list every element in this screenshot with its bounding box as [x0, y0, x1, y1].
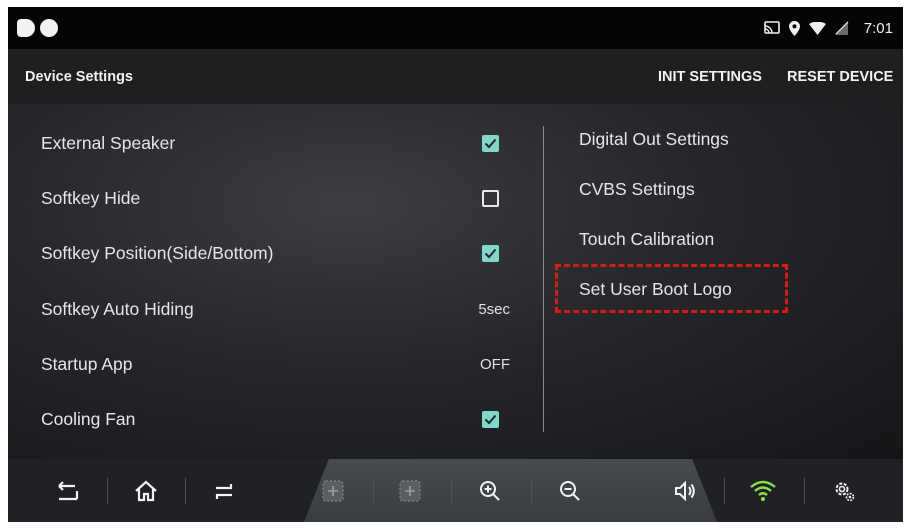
- settings-icon[interactable]: [828, 475, 860, 507]
- location-icon: [788, 20, 800, 36]
- setting-label: External Speaker: [41, 133, 176, 153]
- home-icon[interactable]: [130, 475, 162, 507]
- wifi-icon: [808, 21, 826, 35]
- setting-label: Cooling Fan: [41, 409, 136, 429]
- zoom-in-icon[interactable]: [474, 475, 506, 507]
- status-icons: 7:01: [763, 7, 893, 49]
- navigation-bar: [8, 459, 903, 522]
- set-user-boot-logo-item[interactable]: Set User Boot Logo: [579, 279, 732, 300]
- zoom-out-icon[interactable]: [554, 475, 586, 507]
- status-bar: 7:01: [8, 7, 903, 49]
- setting-row-softkey-hide[interactable]: Softkey Hide: [8, 179, 528, 219]
- setting-label: Startup App: [41, 354, 133, 374]
- setting-row-startup-app[interactable]: Startup App OFF: [8, 345, 528, 385]
- nav-separator: [804, 478, 805, 504]
- digital-out-settings-item[interactable]: Digital Out Settings: [579, 129, 729, 150]
- setting-value: OFF: [480, 356, 510, 373]
- setting-label: Softkey Position(Side/Bottom): [41, 243, 274, 263]
- touch-calibration-item[interactable]: Touch Calibration: [579, 229, 714, 250]
- nav-separator: [531, 478, 532, 504]
- column-divider: [543, 126, 544, 432]
- nav-separator: [107, 478, 108, 504]
- cast-icon: [763, 21, 780, 35]
- add-window-icon[interactable]: [317, 475, 349, 507]
- init-settings-button[interactable]: INIT SETTINGS: [658, 69, 762, 85]
- page-title: Device Settings: [25, 69, 133, 85]
- setting-row-softkey-position[interactable]: Softkey Position(Side/Bottom): [8, 234, 528, 274]
- battery-icon: [834, 21, 849, 35]
- nav-separator: [373, 478, 374, 504]
- softkey-hide-checkbox[interactable]: [482, 190, 499, 207]
- setting-label: Softkey Auto Hiding: [41, 299, 194, 319]
- setting-value: 5sec: [478, 301, 510, 318]
- nav-separator: [451, 478, 452, 504]
- cvbs-settings-item[interactable]: CVBS Settings: [579, 179, 695, 200]
- cooling-fan-checkbox[interactable]: [482, 411, 499, 428]
- setting-label: Softkey Hide: [41, 188, 141, 208]
- action-bar: Device Settings INIT SETTINGS RESET DEVI…: [8, 49, 903, 104]
- back-icon[interactable]: [52, 475, 84, 507]
- notification-icon: [40, 19, 58, 37]
- notification-icon: [17, 19, 35, 37]
- device-screen: 7:01 Device Settings INIT SETTINGS RESET…: [8, 7, 903, 522]
- reset-device-button[interactable]: RESET DEVICE: [787, 69, 893, 85]
- setting-row-cooling-fan[interactable]: Cooling Fan: [8, 400, 528, 440]
- volume-icon[interactable]: [669, 475, 701, 507]
- nav-separator: [724, 478, 725, 504]
- clock-time: 7:01: [863, 19, 893, 37]
- add-window-icon[interactable]: [394, 475, 426, 507]
- wifi-icon[interactable]: [747, 475, 779, 507]
- nav-center-panel: [304, 459, 717, 522]
- settings-content: External Speaker Softkey Hide Softkey Po…: [8, 104, 903, 459]
- setting-row-softkey-auto-hiding[interactable]: Softkey Auto Hiding 5sec: [8, 290, 528, 330]
- softkey-position-checkbox[interactable]: [482, 245, 499, 262]
- external-speaker-checkbox[interactable]: [482, 135, 499, 152]
- nav-separator: [185, 478, 186, 504]
- setting-row-external-speaker[interactable]: External Speaker: [8, 124, 528, 164]
- recents-icon[interactable]: [208, 475, 240, 507]
